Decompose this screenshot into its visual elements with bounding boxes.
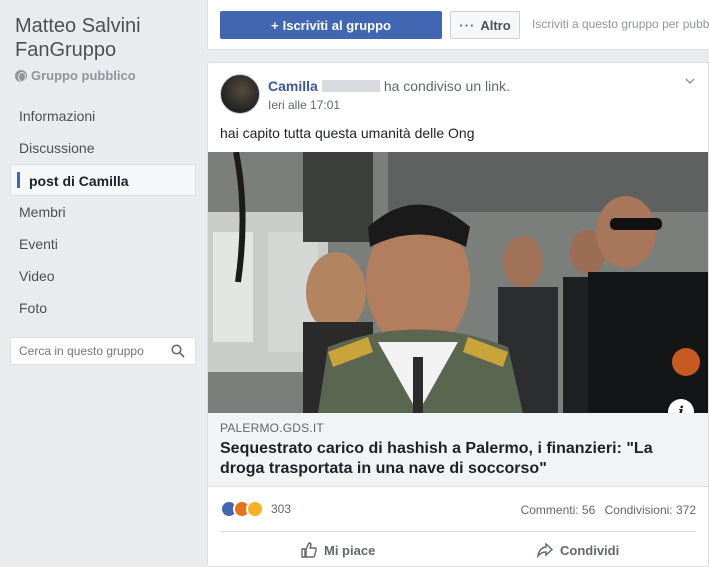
sidebar-item-post-di-camilla[interactable]: post di Camilla (10, 164, 196, 196)
link-domain: PALERMO.GDS.IT (220, 421, 324, 435)
wow-reaction-icon (246, 500, 264, 518)
sidebar-item-informazioni[interactable]: Informazioni (10, 100, 196, 132)
avatar[interactable] (220, 74, 260, 114)
join-group-label: Iscriviti al gruppo (282, 17, 391, 33)
share-arrow-icon (536, 542, 554, 559)
post-actions: Mi piace Condividi (220, 531, 696, 567)
comments-count[interactable]: Commenti: 56 (521, 503, 596, 517)
more-dots-icon: ··· (459, 17, 476, 33)
group-privacy: Gruppo pubblico (15, 68, 136, 83)
join-group-button[interactable]: + Iscriviti al gruppo (220, 11, 442, 39)
reaction-summary[interactable]: 303 (220, 500, 291, 518)
link-preview-image[interactable] (208, 152, 708, 413)
link-preview-meta[interactable]: PALERMO.GDS.IT Sequestrato carico di has… (208, 413, 708, 487)
more-label: Altro (480, 17, 511, 33)
plus-icon: + (271, 17, 279, 33)
group-title[interactable]: Matteo Salvini FanGruppo (15, 14, 200, 62)
globe-icon (15, 69, 27, 82)
group-action-bar: + Iscriviti al gruppo ··· Altro Iscrivit… (207, 0, 709, 50)
sidebar-item-eventi[interactable]: Eventi (10, 228, 196, 260)
post-text: hai capito tutta questa umanità delle On… (220, 125, 475, 141)
post-card: Camilla ha condiviso un link. Ieri alle … (207, 62, 709, 567)
sidebar-item-foto[interactable]: Foto (10, 292, 196, 324)
group-privacy-label: Gruppo pubblico (31, 68, 136, 83)
join-hint: Iscriviti a questo gruppo per pubb (532, 17, 709, 31)
left-sidebar: Matteo Salvini FanGruppo Gruppo pubblico… (0, 0, 205, 567)
share-label: Condividi (560, 542, 620, 558)
engagement-counts: Commenti: 56 Condivisioni: 372 (515, 503, 696, 517)
more-button[interactable]: ··· Altro (450, 11, 520, 39)
sidebar-item-membri[interactable]: Membri (10, 196, 196, 228)
share-button[interactable]: Condividi (536, 541, 619, 559)
search-icon[interactable] (171, 344, 185, 358)
chevron-down-icon[interactable] (684, 75, 696, 87)
reaction-count: 303 (271, 502, 292, 516)
like-label: Mi piace (324, 542, 376, 558)
shares-count[interactable]: Condivisioni: 372 (605, 503, 696, 517)
sidebar-item-discussione[interactable]: Discussione (10, 132, 196, 164)
post-action: ha condiviso un link. (383, 78, 510, 94)
link-title[interactable]: Sequestrato carico di hashish a Palermo,… (220, 439, 690, 479)
thumbs-up-icon (301, 542, 317, 558)
redacted-surname (321, 80, 380, 92)
like-button[interactable]: Mi piace (300, 541, 375, 559)
group-search (10, 337, 196, 365)
post-timestamp[interactable]: Ieri alle 17:01 (268, 98, 340, 112)
author-name[interactable]: Camilla (268, 78, 318, 94)
group-nav: Informazioni Discussione post di Camilla… (10, 100, 196, 324)
sidebar-item-video[interactable]: Video (10, 260, 196, 292)
group-search-input[interactable] (19, 344, 169, 358)
post-header: Camilla ha condiviso un link. (268, 78, 510, 94)
link-photo (208, 152, 708, 413)
